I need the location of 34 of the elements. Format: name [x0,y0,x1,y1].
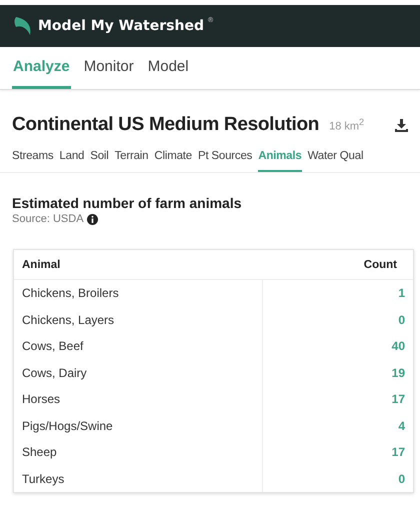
table-cell: Pigs/Hogs/Swine [14,412,263,439]
column-header[interactable]: Animal [14,258,263,270]
table-cell-text: 0 [397,472,406,486]
analysis-tab[interactable]: Terrain [114,150,148,172]
table-cell: Chickens, Layers [14,306,263,333]
info-icon[interactable] [86,214,98,224]
download-icon[interactable] [395,118,408,132]
table-cell: Turkeys [14,466,263,492]
analysis-tab[interactable]: Climate [154,150,192,172]
table-cell: Cows, Beef [14,333,263,360]
analysis-tab[interactable]: Pt Sources [198,150,252,172]
table-cell: Chickens, Broilers [14,280,263,306]
source-text: Source: USDA [12,213,84,225]
table-cell-text: 17 [390,392,406,406]
table-cell-text: 1 [397,286,406,300]
table-cell-text: 17 [390,445,406,460]
app-title[interactable]: Model My Watershed [38,18,204,34]
area-size: 18 km$^{2}$ [329,117,364,133]
table-cell: Sheep [14,439,263,466]
analysis-tab[interactable]: Soil [90,150,109,172]
table-cell: Horses [14,386,263,412]
table-cell-text: 19 [390,366,406,380]
analysis-tab[interactable]: Water Qual [308,150,364,172]
table-cell-text: 40 [390,339,406,354]
column-header[interactable]: Count [263,258,413,270]
section-title: Estimated number of farm animals [11,194,243,211]
table-cell: Cows, Dairy [14,360,263,386]
area-title: Continental US Medium Resolution [12,114,320,136]
table-cell-text: 4 [397,418,406,433]
nav-tab[interactable]: Monitor [82,47,135,89]
nav-tab[interactable]: Model [146,47,190,89]
analysis-tab[interactable]: Land [59,150,84,172]
analysis-tab[interactable]: Streams [12,150,54,172]
table-cell-text: 0 [397,312,406,327]
